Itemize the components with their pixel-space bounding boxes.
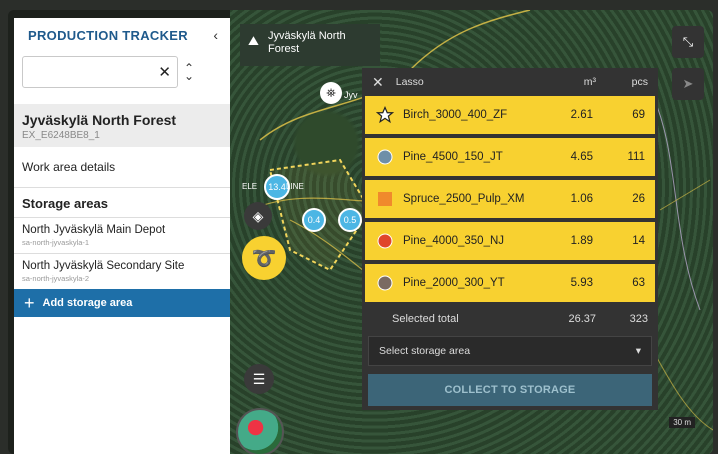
sliders-icon: ☰ <box>252 370 266 387</box>
marker-text-line: LINE <box>286 182 304 191</box>
navigation-arrow-icon: ➤ <box>682 76 694 91</box>
lasso-button[interactable]: ➰ <box>242 236 286 280</box>
item-count: 14 <box>632 235 645 247</box>
app-title: PRODUCTION TRACKER <box>28 27 188 43</box>
layers-icon: ◈ <box>252 207 264 224</box>
item-count: 63 <box>632 277 645 289</box>
filter-settings-button[interactable]: ☰ <box>244 364 274 394</box>
forest-icon: ⛰ <box>248 33 259 48</box>
marker-0-5[interactable]: 0.5 <box>338 208 362 232</box>
sidebar-header: PRODUCTION TRACKER ‹ <box>14 18 230 52</box>
item-volume: 5.93 <box>570 277 593 289</box>
search-row: ✕ ⌃ ⌄ <box>14 52 230 92</box>
sort-toggle[interactable]: ⌃ ⌄ <box>184 62 195 83</box>
compass-button[interactable]: ➤ <box>672 68 704 100</box>
lasso-item[interactable]: Pine_4500_150_JT 4.65 111 <box>365 138 655 176</box>
storage-site-id: sa-north-jyvaskyla-2 <box>22 274 90 283</box>
layers-button[interactable]: ◈ <box>244 202 272 230</box>
circle-icon <box>373 149 397 165</box>
item-volume: 4.65 <box>570 151 593 163</box>
sidebar: PRODUCTION TRACKER ‹ ✕ ⌃ ⌄ Jyväskylä Nor… <box>14 18 230 454</box>
total-volume: 26.37 <box>568 313 596 325</box>
storage-site-item[interactable]: North Jyväskylä Main Depot sa-north-jyva… <box>14 217 230 253</box>
storage-site-item[interactable]: North Jyväskylä Secondary Site sa-north-… <box>14 253 230 289</box>
location-label: ⛰ Jyväskylä North Forest <box>240 24 380 66</box>
storage-area-select[interactable]: Select storage area ▾ <box>368 336 652 366</box>
count-column-header: pcs <box>631 76 648 88</box>
volume-column-header: m³ <box>583 76 596 88</box>
marker-0-4[interactable]: 0.4 <box>302 208 326 232</box>
search-input[interactable] <box>27 64 155 80</box>
item-volume: 2.61 <box>570 109 593 121</box>
chevron-left-icon[interactable]: ‹ <box>213 27 218 43</box>
chevron-down-icon: ⌄ <box>184 69 195 83</box>
lasso-header: ✕ Lasso m³ pcs <box>362 68 658 96</box>
collect-to-storage-button[interactable]: COLLECT TO STORAGE <box>368 374 652 406</box>
pin-icon: ⛯ <box>326 85 336 100</box>
forest-header: Jyväskylä North Forest EX_E6248BE8_1 <box>14 104 230 147</box>
search-box: ✕ <box>22 56 178 88</box>
basemap-toggle[interactable] <box>236 408 284 454</box>
item-name: Birch_3000_400_ZF <box>403 109 508 121</box>
total-count: 323 <box>629 313 648 325</box>
item-name: Pine_2000_300_YT <box>403 277 505 289</box>
item-count: 111 <box>627 151 645 163</box>
plus-icon: + <box>24 292 35 313</box>
item-name: Spruce_2500_Pulp_XM <box>403 193 525 205</box>
select-label: Select storage area <box>379 345 471 357</box>
collect-label: COLLECT TO STORAGE <box>444 384 576 396</box>
marker-label: 0.5 <box>343 215 357 225</box>
work-area-details-link[interactable]: Work area details <box>14 147 230 188</box>
lasso-item[interactable]: Pine_2000_300_YT 5.93 63 <box>365 264 655 302</box>
item-count: 69 <box>632 109 645 121</box>
item-name: Pine_4000_350_NJ <box>403 235 505 247</box>
item-volume: 1.89 <box>570 235 593 247</box>
close-icon[interactable]: ✕ <box>158 63 171 81</box>
lasso-panel: ✕ Lasso m³ pcs Birch_3000_400_ZF 2.61 69… <box>362 68 658 410</box>
storage-site-name: North Jyväskylä Secondary Site <box>22 260 185 272</box>
lasso-icon: ➰ <box>251 247 277 270</box>
close-icon[interactable]: ✕ <box>372 74 384 91</box>
storage-site-id: sa-north-jyvaskyla-1 <box>22 238 90 247</box>
pin-label: Jyv <box>344 90 358 100</box>
item-name: Pine_4500_150_JT <box>403 151 503 163</box>
map-scale: 30 m <box>669 417 695 428</box>
total-label: Selected total <box>392 313 459 325</box>
user-location-pin[interactable]: ⛯ <box>320 82 342 104</box>
device-screen: 13.4 ELE LINE 0.4 0.5 ⛯ Jyv ◈ ➰ ☰ ⤡ ➤ ⛰ … <box>8 10 713 454</box>
marker-text-ele: ELE <box>242 182 258 191</box>
add-storage-label: Add storage area <box>42 297 133 309</box>
marker-label: 0.4 <box>307 215 321 225</box>
add-storage-area-button[interactable]: + Add storage area <box>14 289 230 317</box>
lasso-item[interactable]: Spruce_2500_Pulp_XM 1.06 26 <box>365 180 655 218</box>
location-text: Jyväskylä North Forest <box>268 30 346 55</box>
selected-total-row: Selected total 26.37 323 <box>362 306 658 332</box>
square-icon <box>373 191 397 207</box>
collapse-map-button[interactable]: ⤡ <box>672 26 704 58</box>
forest-name: Jyväskylä North Forest <box>22 112 177 128</box>
lasso-item[interactable]: Pine_4000_350_NJ 1.89 14 <box>365 222 655 260</box>
circle-icon <box>373 233 397 249</box>
caret-down-icon: ▾ <box>635 345 641 357</box>
item-volume: 1.06 <box>570 193 593 205</box>
star-icon <box>373 106 397 124</box>
storage-areas-heading: Storage areas <box>22 196 108 211</box>
forest-id: EX_E6248BE8_1 <box>22 130 100 141</box>
lasso-item[interactable]: Birch_3000_400_ZF 2.61 69 <box>365 96 655 134</box>
marker-label: 13.4 <box>268 182 286 192</box>
minimize-icon: ⤡ <box>682 34 694 49</box>
circle-icon <box>373 275 397 291</box>
work-area-label: Work area details <box>22 160 116 174</box>
lasso-title: Lasso <box>395 76 424 88</box>
storage-site-name: North Jyväskylä Main Depot <box>22 224 166 236</box>
item-count: 26 <box>632 193 645 205</box>
